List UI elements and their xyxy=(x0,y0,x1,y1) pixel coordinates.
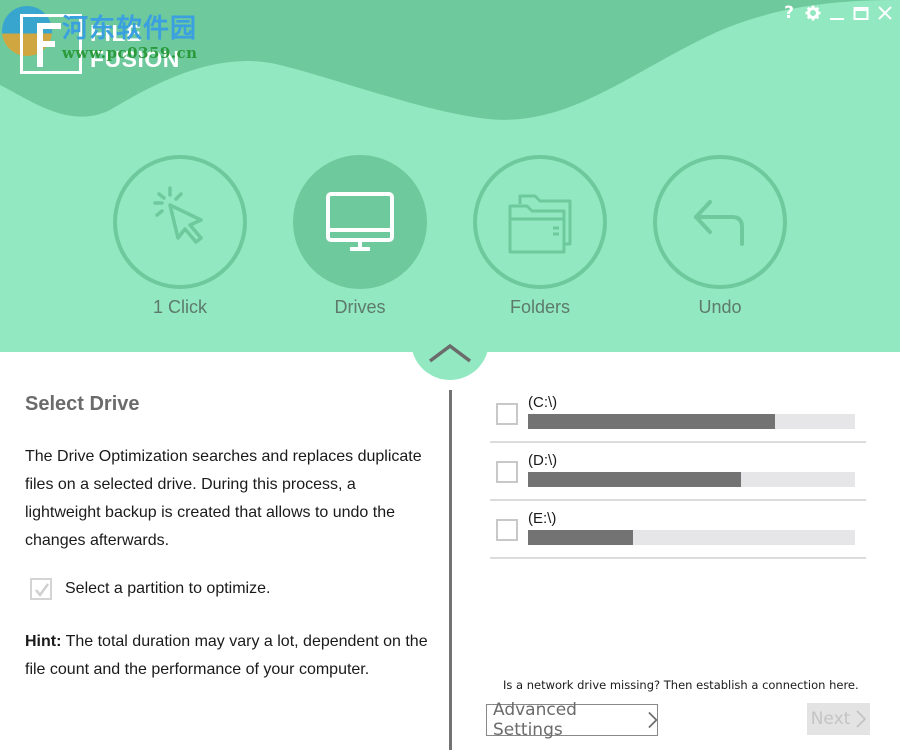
drive-usage-bar xyxy=(528,472,855,487)
mode-nav: 1 Click Drives Folders Undo xyxy=(0,155,900,325)
folders-icon xyxy=(508,194,572,254)
nav-circle xyxy=(653,155,787,289)
partition-checkbox xyxy=(30,578,52,600)
nav-label: 1 Click xyxy=(152,297,207,317)
drive-item-d[interactable]: (D:\) xyxy=(490,443,866,501)
settings-button[interactable] xyxy=(804,4,822,22)
nav-circle xyxy=(293,155,427,289)
drive-usage-fill xyxy=(528,472,741,487)
chevron-right-icon xyxy=(647,711,657,729)
next-button[interactable]: Next xyxy=(807,703,870,735)
drive-list: (C:\) (D:\) (E:\) xyxy=(490,385,866,559)
maximize-icon xyxy=(853,7,869,20)
window-controls: ? xyxy=(780,3,894,23)
question-icon: ? xyxy=(784,3,794,23)
partition-option: Select a partition to optimize. xyxy=(25,578,435,600)
description: The Drive Optimization searches and repl… xyxy=(25,448,422,549)
drive-checkbox[interactable] xyxy=(496,519,518,541)
advanced-settings-label: Advanced Settings xyxy=(493,700,577,740)
drive-label: (C:\) xyxy=(528,394,558,411)
minimize-icon xyxy=(830,18,844,20)
hint: Hint: The total duration may vary a lot,… xyxy=(25,628,435,684)
section-title: Select Drive xyxy=(25,393,140,415)
cursor-click-icon xyxy=(153,186,203,244)
info-panel: Select Drive The Drive Optimization sear… xyxy=(25,390,435,684)
undo-arrow-icon xyxy=(694,200,744,246)
nav-circle xyxy=(473,155,607,289)
drive-usage-fill xyxy=(528,414,775,429)
nav-item-1-click[interactable]: 1 Click xyxy=(110,155,250,318)
collapse-toggle[interactable] xyxy=(411,320,489,380)
nav-item-drives[interactable]: Drives xyxy=(290,155,430,318)
nav-item-folders[interactable]: Folders xyxy=(470,155,610,318)
network-drive-link[interactable]: Is a network drive missing? Then establi… xyxy=(503,678,859,692)
hint-text: The total duration may vary a lot, depen… xyxy=(25,633,428,678)
watermark-text: 河东软件园 www.pc0359.cn xyxy=(0,0,200,70)
close-button[interactable] xyxy=(876,4,894,22)
monitor-icon xyxy=(326,192,394,251)
help-button[interactable]: ? xyxy=(780,3,798,23)
chevron-up-icon xyxy=(428,343,472,363)
drive-checkbox[interactable] xyxy=(496,403,518,425)
partition-label: Select a partition to optimize. xyxy=(65,580,271,597)
drive-label: (D:\) xyxy=(528,452,558,469)
watermark-url: www.pc0359.cn xyxy=(62,44,198,62)
nav-label: Drives xyxy=(334,297,386,317)
drive-item-c[interactable]: (C:\) xyxy=(490,385,866,443)
nav-circle xyxy=(113,155,247,289)
gear-icon xyxy=(805,5,821,21)
next-label: Next xyxy=(810,709,851,729)
chevron-right-icon xyxy=(856,710,867,728)
close-icon xyxy=(878,6,892,20)
maximize-button[interactable] xyxy=(852,4,870,22)
watermark-cn: 河东软件园 xyxy=(62,14,198,44)
drive-label: (E:\) xyxy=(528,510,557,527)
nav-label: Folders xyxy=(509,297,571,317)
minimize-button[interactable] xyxy=(828,4,846,22)
advanced-settings-button[interactable]: Advanced Settings xyxy=(486,700,658,740)
drive-item-e[interactable]: (E:\) xyxy=(490,501,866,559)
nav-item-undo[interactable]: Undo xyxy=(650,155,790,318)
drive-checkbox[interactable] xyxy=(496,461,518,483)
checkmark-icon xyxy=(35,583,50,598)
drive-usage-bar xyxy=(528,414,855,429)
nav-label: Undo xyxy=(698,297,742,317)
drive-usage-bar xyxy=(528,530,855,545)
drive-usage-fill xyxy=(528,530,633,545)
panel-divider xyxy=(449,390,452,750)
header: FILE FUSION 河东软件园 www.pc0359.cn ? 1 Clic… xyxy=(0,0,900,352)
hint-label: Hint: xyxy=(25,633,62,650)
